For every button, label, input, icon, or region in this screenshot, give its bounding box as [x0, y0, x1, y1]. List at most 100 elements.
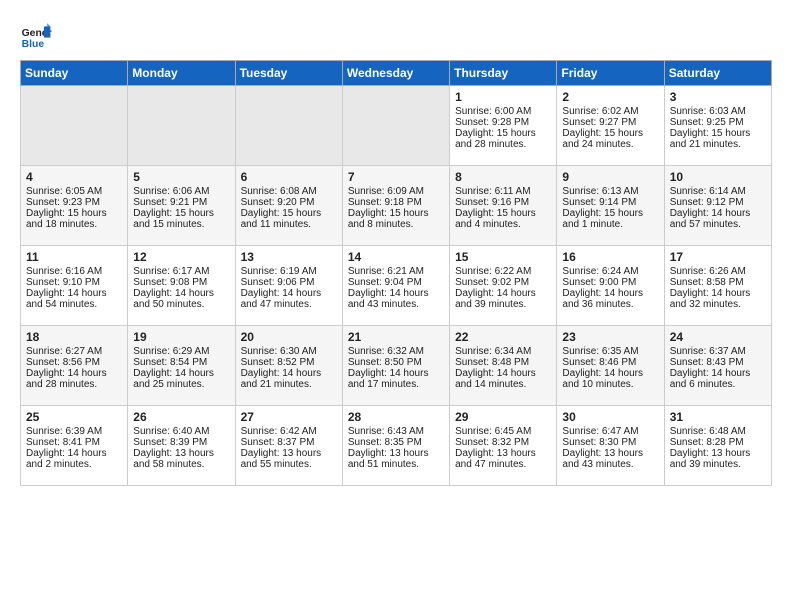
- week-row-2: 4Sunrise: 6:05 AMSunset: 9:23 PMDaylight…: [21, 166, 772, 246]
- svg-text:Blue: Blue: [22, 39, 45, 50]
- day-info: Sunrise: 6:00 AM: [455, 106, 551, 117]
- week-row-1: 1 Sunrise: 6:00 AMSunset: 9:28 PM Daylight…: [21, 86, 772, 166]
- day-info: Daylight: 14 hours: [670, 208, 766, 219]
- day-info: Sunset: 8:39 PM: [133, 437, 229, 448]
- day-info: and 11 minutes.: [241, 219, 337, 230]
- day-number: 10: [670, 170, 766, 184]
- day-info: Sunset: 8:56 PM: [26, 357, 122, 368]
- day-info: Daylight: 15 hours: [26, 208, 122, 219]
- day-number: 6: [241, 170, 337, 184]
- day-info: and 17 minutes.: [348, 379, 444, 390]
- calendar-cell: 4Sunrise: 6:05 AMSunset: 9:23 PMDaylight…: [21, 166, 128, 246]
- day-number: 18: [26, 330, 122, 344]
- day-info: Daylight: 13 hours: [562, 448, 658, 459]
- day-info: Sunrise: 6:21 AM: [348, 266, 444, 277]
- day-info: Sunset: 8:48 PM: [455, 357, 551, 368]
- day-info: Daylight: 14 hours: [670, 288, 766, 299]
- logo-icon: General Blue: [20, 20, 52, 52]
- day-info: Daylight: 14 hours: [348, 288, 444, 299]
- day-info: Sunrise: 6:47 AM: [562, 426, 658, 437]
- day-info: Sunset: 9:12 PM: [670, 197, 766, 208]
- day-info: Sunset: 9:28 PM: [455, 117, 551, 128]
- day-info: Daylight: 14 hours: [241, 288, 337, 299]
- day-info: Sunset: 9:16 PM: [455, 197, 551, 208]
- day-info: and 43 minutes.: [562, 459, 658, 470]
- calendar-cell: 19Sunrise: 6:29 AMSunset: 8:54 PMDayligh…: [128, 326, 235, 406]
- day-number: 22: [455, 330, 551, 344]
- day-info: and 2 minutes.: [26, 459, 122, 470]
- day-number: 31: [670, 410, 766, 424]
- day-number: 19: [133, 330, 229, 344]
- day-info: Daylight: 13 hours: [241, 448, 337, 459]
- calendar-cell: 23Sunrise: 6:35 AMSunset: 8:46 PMDayligh…: [557, 326, 664, 406]
- day-info: Sunset: 8:46 PM: [562, 357, 658, 368]
- calendar-cell: 10 Sunrise: 6:14 AMSunset: 9:12 PMDayligh…: [664, 166, 771, 246]
- day-info: Daylight: 13 hours: [670, 448, 766, 459]
- calendar-cell: 13Sunrise: 6:19 AMSunset: 9:06 PMDayligh…: [235, 246, 342, 326]
- day-info: Daylight: 14 hours: [455, 368, 551, 379]
- day-number: 20: [241, 330, 337, 344]
- day-info: Sunrise: 6:37 AM: [670, 346, 766, 357]
- day-info: Daylight: 15 hours: [562, 208, 658, 219]
- day-info: and 21 minutes.: [670, 139, 766, 150]
- logo: General Blue: [20, 20, 52, 52]
- day-info: Sunset: 9:20 PM: [241, 197, 337, 208]
- day-info: and 57 minutes.: [670, 219, 766, 230]
- day-info: Sunrise: 6:06 AM: [133, 186, 229, 197]
- calendar-cell: 17Sunrise: 6:26 AMSunset: 8:58 PMDayligh…: [664, 246, 771, 326]
- day-info: Sunrise: 6:02 AM: [562, 106, 658, 117]
- day-info: Sunrise: 6:11 AM: [455, 186, 551, 197]
- day-number: 14: [348, 250, 444, 264]
- day-info: Sunrise: 6:45 AM: [455, 426, 551, 437]
- day-info: Sunset: 8:54 PM: [133, 357, 229, 368]
- day-info: Sunrise: 6:40 AM: [133, 426, 229, 437]
- day-number: 7: [348, 170, 444, 184]
- week-row-3: 11Sunrise: 6:16 AMSunset: 9:10 PMDayligh…: [21, 246, 772, 326]
- calendar-cell: [235, 86, 342, 166]
- day-info: Daylight: 14 hours: [562, 368, 658, 379]
- day-number: 15: [455, 250, 551, 264]
- day-info: and 39 minutes.: [455, 299, 551, 310]
- day-info: and 28 minutes.: [455, 139, 551, 150]
- calendar-cell: 24Sunrise: 6:37 AMSunset: 8:43 PMDayligh…: [664, 326, 771, 406]
- day-info: Sunset: 9:00 PM: [562, 277, 658, 288]
- calendar-cell: 16Sunrise: 6:24 AMSunset: 9:00 PMDayligh…: [557, 246, 664, 326]
- day-number: 25: [26, 410, 122, 424]
- day-header-sunday: Sunday: [21, 61, 128, 86]
- day-header-thursday: Thursday: [450, 61, 557, 86]
- day-info: Daylight: 15 hours: [133, 208, 229, 219]
- day-info: Sunrise: 6:24 AM: [562, 266, 658, 277]
- page-header: General Blue: [20, 16, 772, 52]
- day-number: 30: [562, 410, 658, 424]
- calendar-cell: 8Sunrise: 6:11 AMSunset: 9:16 PMDaylight…: [450, 166, 557, 246]
- day-info: Daylight: 15 hours: [348, 208, 444, 219]
- day-info: and 36 minutes.: [562, 299, 658, 310]
- day-info: Sunrise: 6:35 AM: [562, 346, 658, 357]
- day-info: Sunset: 9:21 PM: [133, 197, 229, 208]
- day-info: and 21 minutes.: [241, 379, 337, 390]
- day-number: 5: [133, 170, 229, 184]
- day-info: Sunrise: 6:30 AM: [241, 346, 337, 357]
- calendar-cell: 5 Sunrise: 6:06 AMSunset: 9:21 PMDaylight…: [128, 166, 235, 246]
- day-info: Sunrise: 6:22 AM: [455, 266, 551, 277]
- calendar-cell: 1Sunrise: 6:00 AMSunset: 9:28 PMDaylight…: [450, 86, 557, 166]
- day-number: 28: [348, 410, 444, 424]
- day-info: Sunrise: 6:27 AM: [26, 346, 122, 357]
- day-info: Sunrise: 6:14 AM: [670, 186, 766, 197]
- day-number: 3: [670, 90, 766, 104]
- day-info: Daylight: 15 hours: [241, 208, 337, 219]
- day-info: and 24 minutes.: [562, 139, 658, 150]
- day-number: 2: [562, 90, 658, 104]
- day-info: Sunset: 9:27 PM: [562, 117, 658, 128]
- calendar-table: SundayMondayTuesdayWednesdayThursdayFrid…: [20, 60, 772, 486]
- day-number: 9: [562, 170, 658, 184]
- calendar-cell: [21, 86, 128, 166]
- day-info: Daylight: 15 hours: [670, 128, 766, 139]
- day-info: and 28 minutes.: [26, 379, 122, 390]
- day-info: and 39 minutes.: [670, 459, 766, 470]
- day-info: Sunset: 9:04 PM: [348, 277, 444, 288]
- day-info: Sunrise: 6:03 AM: [670, 106, 766, 117]
- day-number: 1: [455, 90, 551, 104]
- day-info: Sunset: 9:18 PM: [348, 197, 444, 208]
- day-info: and 32 minutes.: [670, 299, 766, 310]
